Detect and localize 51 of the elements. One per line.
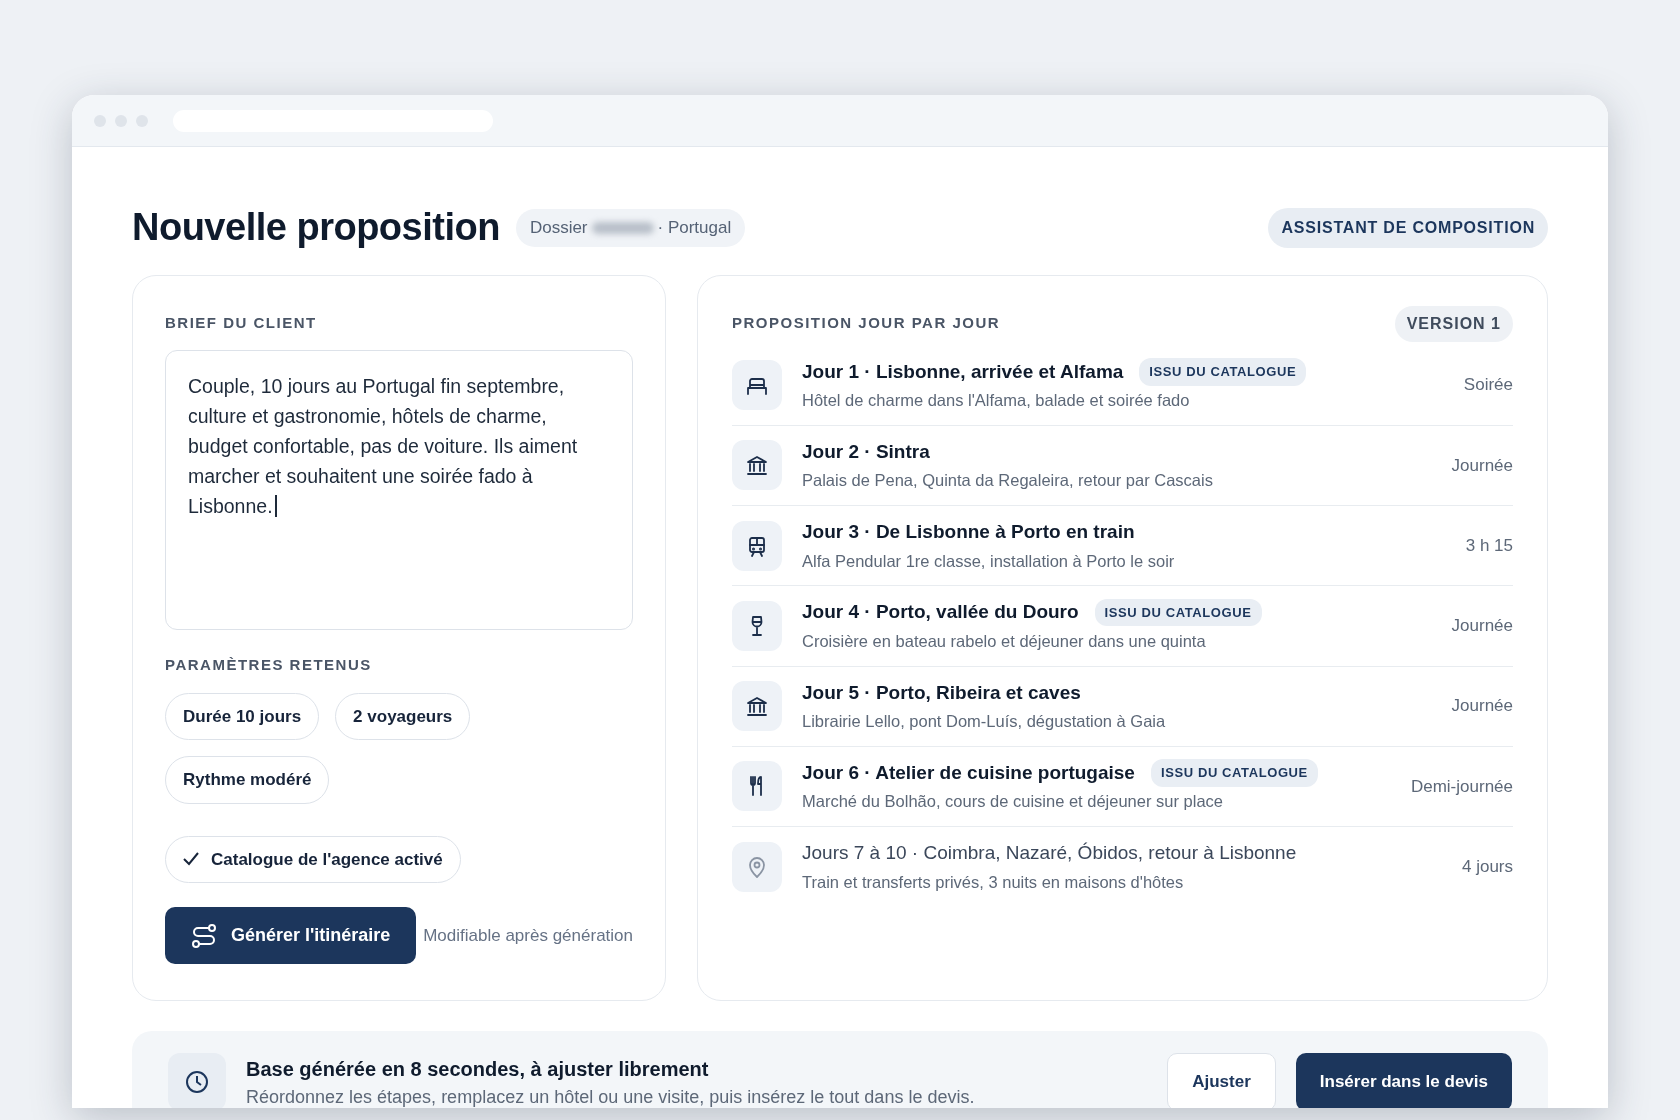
generate-button[interactable]: Générer l'itinéraire <box>165 907 417 965</box>
section-heading: BRIEF DU CLIENT <box>165 312 318 333</box>
brief-field[interactable]: Couple, 10 jours au Portugal fin septembre, culture et gastronomie, hôtels de charme, budget confortable, pas de voiture. Ils aiment marcher et souhaitent une soirée fado à Lisbonne. <box>165 350 633 631</box>
duration-text: 4 jours <box>1461 855 1513 878</box>
assistant-badge: ASSISTANT DE COMPOSITION <box>1268 207 1548 248</box>
monument-icon <box>732 440 782 491</box>
location-pin-icon <box>732 841 782 892</box>
parameter-chip[interactable]: Durée 10 jours <box>165 692 320 741</box>
catalogue-tag: ISSU DU CATALOGUE <box>1150 759 1318 787</box>
day-description: Train et transferts privés, 3 nuits en maisons d'hôtes <box>802 871 1185 893</box>
hint-text: Modifiable après génération <box>423 924 633 947</box>
train-icon <box>732 520 782 571</box>
cutlery-icon <box>732 761 782 812</box>
duration-text: Journée <box>1451 454 1513 477</box>
monument-icon <box>732 681 782 732</box>
day-description: Palais de Pena, Quinta da Regaleira, retour par Cascais <box>802 470 1213 492</box>
day-description: Croisière en bateau rabelo et déjeuner dans une quinta <box>802 630 1207 652</box>
section-heading: PARAMÈTRES RETENUS <box>165 655 373 676</box>
text-cursor <box>274 495 277 518</box>
day-description: Alfa Pendular 1re classe, installation à Porto le soir <box>802 550 1175 572</box>
day-description: Librairie Lello, pont Dom-Luís, dégustation à Gaia <box>802 711 1166 733</box>
wine-glass-icon <box>732 600 782 651</box>
day-description: Hôtel de charme dans l'Alfama, balade et soirée fado <box>802 390 1191 412</box>
catalogue-tag: ISSU DU CATALOGUE <box>1094 598 1262 627</box>
day-title: Jour 5 · Porto, Ribeira et caves <box>802 680 1081 705</box>
adjust-button[interactable]: Ajuster <box>1167 1053 1276 1108</box>
duration-text: 3 h 15 <box>1465 534 1513 557</box>
bed-icon <box>732 360 782 411</box>
day-title: Jour 4 · Porto, vallée du Douro <box>802 600 1079 625</box>
day-title: Jour 2 · Sintra <box>802 439 930 464</box>
day-title: Jours 7 à 10 · Coimbra, Nazaré, Óbidos, retour à Lisbonne <box>802 841 1297 866</box>
day-title: Jour 3 · De Lisbonne à Porto en train <box>802 520 1135 545</box>
duration-text: Soirée <box>1463 374 1513 397</box>
info-title: Base générée en 8 secondes, à ajuster librement <box>246 1056 710 1082</box>
duration-text: Demi-journée <box>1410 775 1513 798</box>
section-heading: PROPOSITION JOUR PAR JOUR <box>732 313 1001 334</box>
dossier-badge: Dossier · Portugal <box>515 209 746 247</box>
insert-button[interactable]: Insérer dans le devis <box>1295 1053 1512 1108</box>
route-icon <box>191 922 217 949</box>
day-title: Jour 6 · Atelier de cuisine portugaise <box>802 760 1135 785</box>
version-badge: VERSION 1 <box>1394 305 1513 342</box>
parameter-chip[interactable]: Rythme modéré <box>165 756 330 804</box>
duration-text: Journée <box>1451 695 1513 718</box>
parameter-chip[interactable]: 2 voyageurs <box>335 692 471 741</box>
duration-text: Journée <box>1451 615 1513 638</box>
catalogue-tag: ISSU DU CATALOGUE <box>1139 358 1307 386</box>
day-description: Marché du Bolhão, cours de cuisine et déjeuner sur place <box>802 791 1224 813</box>
info-text: Réordonnez les étapes, remplacez un hôtel ou une visite, puis insérez le tout dans le devis. <box>246 1085 975 1108</box>
page-title: Nouvelle proposition <box>132 205 500 250</box>
parameter-chip[interactable]: Catalogue de l'agence activé <box>165 835 461 884</box>
day-title: Jour 1 · Lisbonne, arrivée et Alfama <box>802 359 1124 384</box>
